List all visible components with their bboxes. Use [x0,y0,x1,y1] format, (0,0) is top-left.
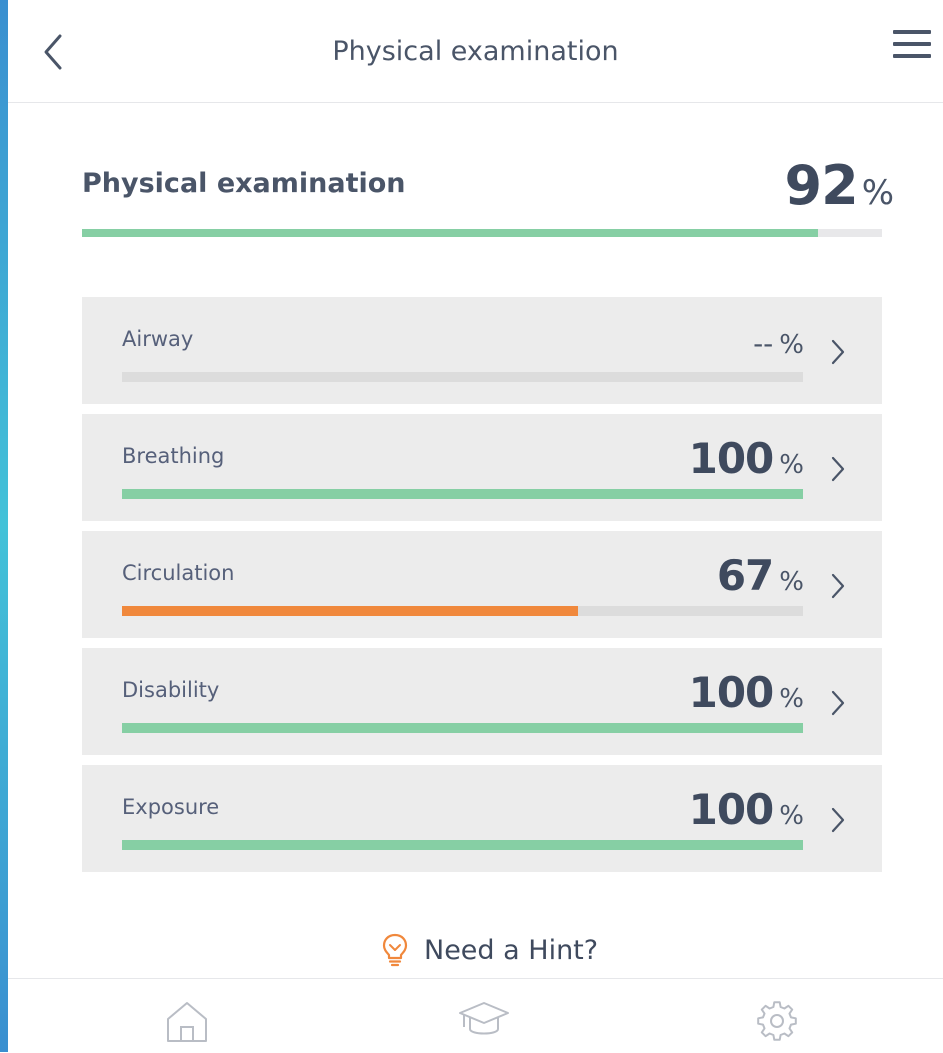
hint-button[interactable]: Need a Hint? [380,928,598,972]
summary-progress-fill [82,229,818,237]
chevron-right-icon [831,456,845,482]
gear-icon [757,1001,797,1041]
home-icon [167,1002,207,1042]
page-title: Physical examination [332,36,619,67]
hamburger-menu-icon [893,30,931,34]
category-score-unit: % [779,450,804,480]
category-score-unit: % [779,801,804,831]
chevron-right-icon [831,690,845,716]
category-progress-track [122,606,803,616]
chevron-right-icon [831,573,845,599]
summary-score-unit: % [861,173,894,213]
category-progress-fill [122,606,579,616]
category-progress-fill [122,840,803,850]
category-row-exposure[interactable]: Exposure 100% [82,765,882,872]
category-progress-track [122,489,803,499]
category-progress-track [122,840,803,850]
menu-button[interactable] [893,30,933,62]
chevron-right-icon [831,339,845,365]
category-label: Airway [122,327,194,351]
lightbulb-icon [382,933,408,967]
category-score-value: 100 [688,434,775,483]
category-progress-track [122,372,803,382]
category-score-value: 67 [716,551,774,600]
left-edge-accent [0,0,8,1052]
category-score-value: -- [753,327,774,360]
category-score-unit: % [779,567,804,597]
summary-score: 92% [700,154,894,217]
graduation-cap-icon [459,1002,509,1035]
category-row-circulation[interactable]: Circulation 67% [82,531,882,638]
bottom-tab-bar [8,978,943,1053]
summary-progress-track [82,229,882,237]
summary-score-value: 92 [784,154,859,217]
category-score: 100% [689,668,804,717]
category-progress-fill [122,489,803,499]
category-score-unit: % [779,330,804,360]
category-score: 67% [717,551,804,600]
category-progress-fill [122,723,803,733]
category-label: Breathing [122,444,225,468]
category-score-value: 100 [688,785,775,834]
category-progress-track [122,723,803,733]
tab-home[interactable] [163,997,211,1045]
tab-learn[interactable] [458,997,509,1045]
header-bar: Physical examination [8,0,943,103]
tab-settings[interactable] [753,997,801,1045]
chevron-right-icon [831,807,845,833]
category-row-disability[interactable]: Disability 100% [82,648,882,755]
category-label: Circulation [122,561,235,585]
category-score: 100% [689,434,804,483]
category-score: --% [753,327,804,360]
category-row-airway[interactable]: Airway --% [82,297,882,404]
category-label: Disability [122,678,220,702]
category-score-unit: % [779,684,804,714]
category-row-breathing[interactable]: Breathing 100% [82,414,882,521]
category-label: Exposure [122,795,220,819]
category-score-value: 100 [688,668,775,717]
hint-label: Need a Hint? [424,934,599,966]
category-score: 100% [689,785,804,834]
summary-title: Physical examination [82,168,406,199]
